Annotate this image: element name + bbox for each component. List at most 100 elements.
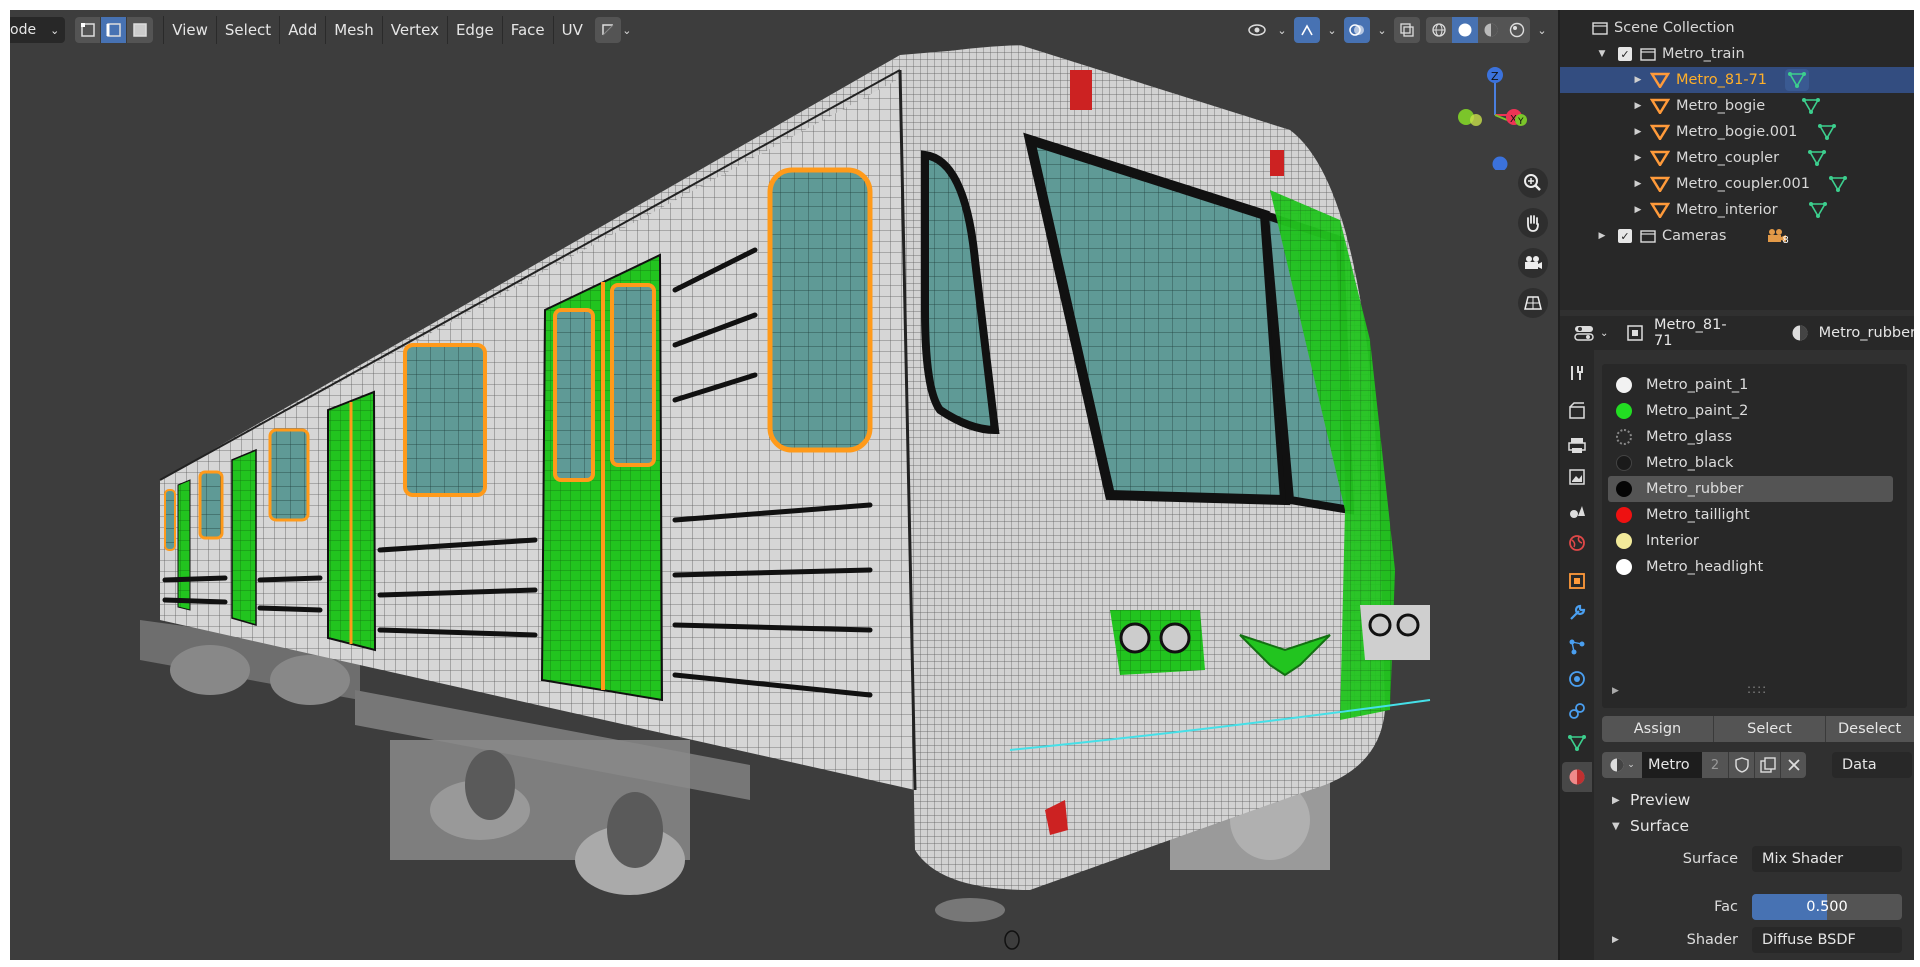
menu-mesh[interactable]: Mesh <box>325 16 382 44</box>
shader-expand-arrow-icon[interactable]: ▶ <box>1612 935 1619 945</box>
tab-view-layer[interactable] <box>1562 462 1592 492</box>
list-item[interactable]: Metro_paint_1 <box>1608 372 1893 398</box>
duplicate-material-button[interactable] <box>1754 752 1780 778</box>
mode-selector[interactable]: ode ⌄ <box>10 17 66 43</box>
expand-arrow-icon[interactable]: ▶ <box>1632 101 1644 111</box>
outliner-item-metro-81-71[interactable]: ▶ Metro_81-71 <box>1560 67 1914 93</box>
perspective-toggle-button[interactable] <box>1518 288 1548 318</box>
list-item[interactable]: Metro_glass <box>1608 424 1893 450</box>
material-name-field[interactable]: Metro <box>1642 752 1702 778</box>
outliner-item-metro-bogie-001[interactable]: ▶ Metro_bogie.001 <box>1560 119 1914 145</box>
tab-tool[interactable] <box>1562 358 1592 388</box>
tab-object[interactable] <box>1562 566 1592 596</box>
unlink-material-button[interactable] <box>1780 752 1806 778</box>
fac-slider[interactable]: 0.500 <box>1752 894 1902 920</box>
shader-select[interactable]: Diffuse BSDF <box>1752 927 1902 953</box>
pan-button[interactable] <box>1518 208 1548 238</box>
chevron-down-icon: ⌄ <box>1327 23 1337 37</box>
menu-vertex[interactable]: Vertex <box>381 16 447 44</box>
list-item[interactable]: Metro_headlight <box>1608 554 1893 580</box>
mesh-data-icon[interactable] <box>1801 97 1821 115</box>
rendered-shading-button[interactable] <box>1504 17 1530 43</box>
outliner-item-metro-coupler-001[interactable]: ▶ Metro_coupler.001 <box>1560 171 1914 197</box>
overlay-toggle-button[interactable] <box>1344 17 1370 43</box>
list-item[interactable]: Metro_taillight <box>1608 502 1893 528</box>
material-link-select[interactable]: Data <box>1832 752 1912 778</box>
outliner-item-metro-interior[interactable]: ▶ Metro_interior <box>1560 197 1914 223</box>
fac-value: 0.500 <box>1806 899 1848 915</box>
material-slot-list[interactable]: Metro_paint_1 Metro_paint_2 Metro_glass … <box>1602 364 1907 708</box>
fake-user-button[interactable] <box>1728 752 1754 778</box>
outliner-scene-collection[interactable]: Scene Collection <box>1560 15 1914 41</box>
menu-select[interactable]: Select <box>215 16 279 44</box>
tab-mesh-data[interactable] <box>1562 728 1592 758</box>
list-item[interactable]: Metro_black <box>1608 450 1893 476</box>
editor-type-button[interactable]: ⌄ <box>1574 324 1608 342</box>
tab-scene[interactable] <box>1562 496 1592 526</box>
outliner-item-metro-coupler[interactable]: ▶ Metro_coupler <box>1560 145 1914 171</box>
tab-output[interactable] <box>1562 430 1592 460</box>
mesh-data-icon[interactable] <box>1808 201 1828 219</box>
tab-modifiers[interactable] <box>1562 598 1592 628</box>
checkbox-icon[interactable]: ✓ <box>1618 229 1632 243</box>
list-resize-handle-icon[interactable]: :::: <box>1747 682 1767 696</box>
browse-material-button[interactable]: ⌄ <box>1602 752 1642 778</box>
mesh-data-icon[interactable] <box>1807 149 1827 167</box>
mesh-data-icon[interactable] <box>1828 175 1848 193</box>
expand-arrow-icon[interactable]: ▶ <box>1632 179 1644 189</box>
outliner-item-metro-train[interactable]: ▼ ✓ Metro_train <box>1560 41 1914 67</box>
menu-face[interactable]: Face <box>501 16 553 44</box>
outliner-item-cameras[interactable]: ▶ ✓ Cameras 8 <box>1560 223 1914 249</box>
edge-select-button[interactable] <box>101 17 128 43</box>
menu-edge[interactable]: Edge <box>446 16 502 44</box>
material-users-count[interactable]: 2 <box>1702 752 1728 778</box>
camera-view-button[interactable] <box>1518 248 1548 278</box>
expand-arrow-icon[interactable]: ▶ <box>1632 127 1644 137</box>
tab-world[interactable] <box>1562 528 1592 558</box>
hand-icon <box>1527 215 1539 232</box>
wireframe-shading-button[interactable] <box>1426 17 1452 43</box>
outliner-item-metro-bogie[interactable]: ▶ Metro_bogie <box>1560 93 1914 119</box>
visibility-button[interactable] <box>1244 17 1270 43</box>
xray-toggle-button[interactable] <box>1394 17 1420 43</box>
mesh-data-icon[interactable] <box>1817 123 1837 141</box>
zoom-button[interactable] <box>1518 168 1548 198</box>
expand-arrow-icon[interactable]: ▶ <box>1632 153 1644 163</box>
3d-viewport[interactable]: ode ⌄ View Select Add Mesh Vertex Edge F… <box>10 10 1558 960</box>
tab-constraints[interactable] <box>1562 696 1592 726</box>
menu-add[interactable]: Add <box>279 16 325 44</box>
face-select-button[interactable] <box>127 17 154 43</box>
deselect-button[interactable]: Deselect <box>1826 716 1914 742</box>
vertex-select-button[interactable] <box>75 17 102 43</box>
transform-orientation-button[interactable] <box>594 17 621 43</box>
gizmo-toggle-button[interactable] <box>1294 17 1320 43</box>
assign-button[interactable]: Assign <box>1602 716 1714 742</box>
expand-arrow-icon[interactable]: ▶ <box>1632 75 1644 85</box>
menu-uv[interactable]: UV <box>552 16 591 44</box>
list-item[interactable]: Metro_paint_2 <box>1608 398 1893 424</box>
expand-arrow-icon[interactable]: ▼ <box>1596 49 1608 59</box>
material-shading-button[interactable] <box>1478 17 1504 43</box>
list-item[interactable]: Metro_rubber <box>1608 476 1893 502</box>
tab-material[interactable] <box>1562 762 1592 792</box>
tab-render[interactable] <box>1562 396 1592 426</box>
chevron-down-icon: ⌄ <box>1627 760 1635 770</box>
expand-arrow-icon[interactable]: ▶ <box>1596 231 1608 241</box>
checkbox-icon[interactable]: ✓ <box>1618 47 1632 61</box>
list-options-arrow-icon[interactable]: ▶ <box>1612 686 1619 696</box>
list-item[interactable]: Interior <box>1608 528 1893 554</box>
select-button[interactable]: Select <box>1714 716 1826 742</box>
context-material-name[interactable]: Metro_rubber <box>1819 325 1914 341</box>
outliner[interactable]: Scene Collection ▼ ✓ Metro_train ▶ Metro… <box>1560 10 1914 310</box>
solid-shading-button[interactable] <box>1452 17 1478 43</box>
surface-panel-header[interactable]: ▼ Surface <box>1602 811 1914 841</box>
menu-view[interactable]: View <box>163 16 216 44</box>
tab-particles[interactable] <box>1562 632 1592 662</box>
mesh-data-icon[interactable] <box>1785 69 1810 91</box>
surface-shader-select[interactable]: Mix Shader <box>1752 846 1902 872</box>
train-mesh-render[interactable] <box>10 10 1558 960</box>
expand-arrow-icon[interactable]: ▶ <box>1632 205 1644 215</box>
context-object-name[interactable]: Metro_81-71 <box>1654 317 1743 349</box>
tab-physics[interactable] <box>1562 664 1592 694</box>
navigation-gizmo[interactable]: Z X Y <box>1440 60 1530 170</box>
